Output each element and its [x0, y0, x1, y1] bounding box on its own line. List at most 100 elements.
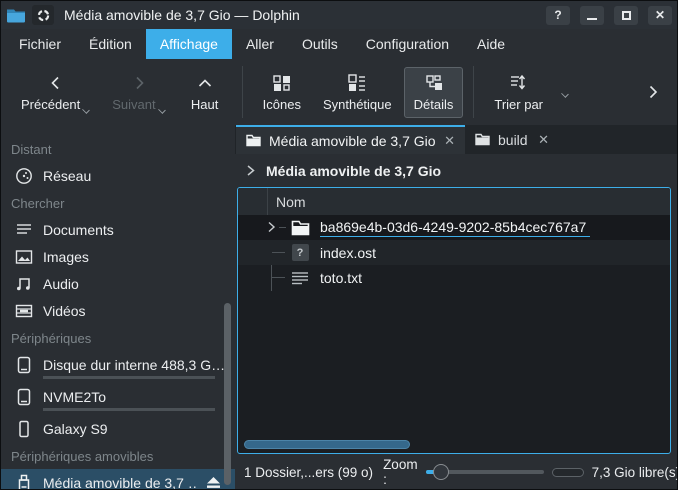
view-compact-button[interactable]: Synthétique	[313, 67, 402, 118]
sidebar-item-label: Disque dur interne 488,3 G…	[43, 357, 225, 373]
chevron-down-icon	[82, 106, 90, 114]
menu-configuration[interactable]: Configuration	[352, 29, 463, 59]
toolbar: Précédent Suivant Haut Ic	[1, 59, 677, 125]
zoom-slider-knob[interactable]	[433, 464, 449, 480]
folder-icon	[290, 218, 310, 238]
file-name[interactable]: index.ost	[320, 245, 376, 261]
file-row-toto-txt[interactable]: toto.txt	[238, 265, 670, 290]
view-details-label: Détails	[414, 97, 454, 112]
view-compact-label: Synthétique	[323, 97, 392, 112]
text-file-icon	[290, 268, 310, 288]
tab-label: Média amovible de 3,7 Gio	[269, 133, 436, 149]
tab-build[interactable]: build ✕	[465, 125, 559, 154]
breadcrumb-location[interactable]: Média amovible de 3,7 Gio	[266, 163, 441, 179]
usb-drive-icon	[14, 473, 33, 489]
file-name[interactable]: ba869e4b-03d6-4249-9202-85b4cec767a7	[320, 219, 590, 237]
sidebar-item-documents[interactable]: Documents	[1, 216, 235, 243]
column-header-nom[interactable]: Nom	[276, 194, 306, 210]
tab-media-amovible[interactable]: Média amovible de 3,7 Gio ✕	[236, 125, 465, 154]
free-space-label: 7,3 Gio libre(s)	[592, 465, 678, 480]
minimize-button[interactable]	[580, 6, 604, 25]
file-row-index-ost[interactable]: ? index.ost	[238, 240, 670, 265]
main-area: Média amovible de 3,7 Gio ✕ build ✕	[235, 125, 677, 489]
tab-close-icon[interactable]: ✕	[538, 132, 549, 148]
file-view: Nom	[237, 187, 671, 454]
file-row-folder[interactable]: ba869e4b-03d6-4249-9202-85b4cec767a7	[238, 215, 670, 240]
close-button[interactable]: ✕	[648, 6, 672, 25]
forward-button[interactable]: Suivant	[102, 67, 175, 118]
chevron-down-icon	[158, 106, 166, 114]
smartphone-icon	[14, 419, 33, 438]
statusbar: 1 Dossier,...ers (99 o) Zoom : 7,3 Gio l…	[235, 455, 677, 489]
sidebar-item-galaxy-s9[interactable]: Galaxy S9	[1, 415, 235, 442]
sort-dropdown-caret-icon[interactable]	[561, 90, 569, 98]
disk-usage-bar	[43, 376, 215, 379]
zoom-label: Zoom :	[383, 457, 418, 487]
expander-chevron-icon[interactable]	[265, 221, 277, 233]
back-button[interactable]: Précédent	[11, 67, 100, 118]
sort-icon	[510, 73, 528, 93]
minimize-icon	[587, 18, 597, 20]
sidebar-item-audio[interactable]: Audio	[1, 270, 235, 297]
menu-aide[interactable]: Aide	[463, 29, 519, 59]
menu-fichier[interactable]: Fichier	[5, 29, 75, 59]
dolphin-window: Média amovible de 3,7 Gio — Dolphin ? ✕ …	[0, 0, 678, 490]
window-media-icon[interactable]	[32, 5, 54, 25]
section-peripheriques-amovibles: Périphériques amovibles	[1, 442, 235, 469]
sidebar-item-media-amovible[interactable]: Média amovible de 3,7 …	[1, 469, 235, 489]
toolbar-overflow-button[interactable]	[645, 84, 661, 100]
zoom-slider[interactable]	[426, 463, 544, 481]
tab-close-icon[interactable]: ✕	[444, 133, 455, 149]
video-icon	[14, 301, 33, 320]
toolbar-separator	[473, 66, 474, 118]
chevron-left-icon	[48, 73, 64, 93]
chevron-right-icon	[131, 73, 147, 93]
sidebar-item-disque-dur[interactable]: Disque dur interne 488,3 G…	[1, 351, 235, 383]
selection-summary: 1 Dossier,...ers (99 o)	[244, 465, 373, 480]
audio-icon	[14, 274, 33, 293]
menu-edition[interactable]: Édition	[75, 29, 146, 59]
help-button[interactable]: ?	[546, 6, 570, 25]
dolphin-app-icon	[6, 5, 26, 25]
sort-by-label: Trier par	[494, 97, 543, 112]
maximize-button[interactable]	[614, 6, 638, 25]
horizontal-scrollbar[interactable]	[244, 440, 410, 449]
tree-line	[272, 277, 285, 278]
up-button[interactable]: Haut	[178, 67, 232, 118]
image-icon	[14, 247, 33, 266]
titlebar: Média amovible de 3,7 Gio — Dolphin ? ✕	[1, 1, 677, 29]
unknown-file-icon: ?	[290, 243, 310, 263]
sidebar-item-images[interactable]: Images	[1, 243, 235, 270]
details-view-icon	[425, 73, 443, 93]
view-details-button[interactable]: Détails	[404, 67, 464, 118]
sidebar-item-label: Média amovible de 3,7 …	[43, 475, 196, 490]
chevron-right-icon	[244, 164, 257, 177]
chevron-up-icon	[197, 73, 213, 93]
window-body: Distant Réseau Chercher	[1, 125, 677, 489]
file-rows: ba869e4b-03d6-4249-9202-85b4cec767a7 ? i…	[238, 215, 670, 453]
forward-label: Suivant	[112, 97, 155, 112]
sidebar-item-reseau[interactable]: Réseau	[1, 162, 235, 189]
hard-drive-icon	[14, 387, 33, 406]
sidebar-scrollbar[interactable]	[224, 303, 231, 485]
maximize-icon	[622, 11, 631, 20]
sidebar-item-label: Audio	[43, 276, 225, 292]
view-icons-button[interactable]: Icônes	[253, 67, 311, 118]
file-name[interactable]: toto.txt	[320, 270, 362, 286]
column-separator	[267, 188, 268, 215]
view-icons-label: Icônes	[263, 97, 301, 112]
menu-outils[interactable]: Outils	[288, 29, 352, 59]
sidebar-item-label: Réseau	[43, 168, 225, 184]
sidebar-item-videos[interactable]: Vidéos	[1, 297, 235, 324]
sort-by-button[interactable]: Trier par	[484, 67, 553, 118]
menu-aller[interactable]: Aller	[232, 29, 288, 59]
window-title: Média amovible de 3,7 Gio — Dolphin	[64, 7, 536, 23]
eject-icon[interactable]	[206, 476, 221, 489]
sidebar-item-nvme2to[interactable]: NVME2To	[1, 383, 235, 415]
section-peripheriques: Périphériques	[1, 324, 235, 351]
sidebar-item-label: Galaxy S9	[43, 421, 225, 437]
menubar: Fichier Édition Affichage Aller Outils C…	[1, 29, 677, 59]
sidebar-item-label: Vidéos	[43, 303, 225, 319]
menu-affichage[interactable]: Affichage	[146, 29, 232, 59]
toolbar-separator	[242, 66, 243, 118]
